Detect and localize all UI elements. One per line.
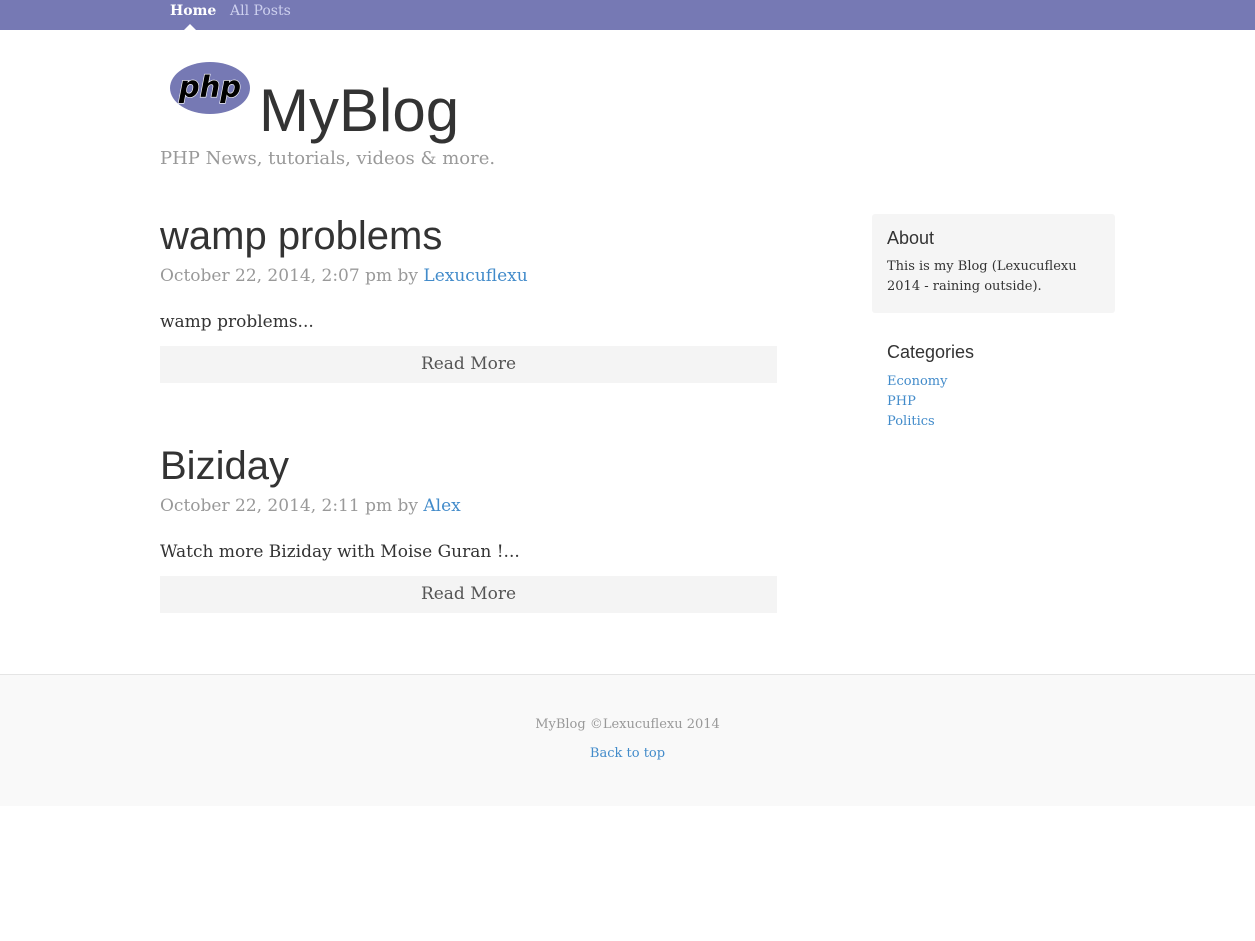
category-link-php[interactable]: PHP (887, 394, 916, 409)
post-date: October 22, 2014, 2:11 pm (160, 496, 393, 516)
category-item: PHP (887, 392, 1115, 412)
about-heading: About (887, 228, 935, 248)
categories-heading: Categories (887, 342, 975, 362)
post-by-label: by (397, 496, 419, 516)
read-more-button[interactable]: Read More (160, 346, 777, 383)
post-item: Biziday October 22, 2014, 2:11 pm by Ale… (160, 442, 777, 613)
site-title: MyBlog (259, 77, 460, 144)
nav-home-link[interactable]: Home (170, 3, 216, 19)
categories-list: Economy PHP Politics (887, 372, 1115, 432)
category-link-politics[interactable]: Politics (887, 414, 935, 429)
php-logo: php (170, 62, 250, 114)
top-navbar: Home All Posts (0, 0, 1255, 30)
post-author-link[interactable]: Alex (423, 496, 460, 516)
post-meta: October 22, 2014, 2:11 pm by Alex (160, 494, 777, 518)
post-excerpt: Watch more Biziday with Moise Guran !... (160, 542, 520, 562)
read-more-button[interactable]: Read More (160, 576, 777, 613)
nav-all-posts-link[interactable]: All Posts (230, 3, 291, 19)
footer-back-to-top: Back to top (0, 746, 1255, 761)
site-description: PHP News, tutorials, videos & more. (160, 148, 496, 169)
about-text: This is my Blog (Lexucuflexu 2014 - rain… (887, 259, 1077, 294)
footer-copyright: MyBlog ©Lexucuflexu 2014 (535, 717, 720, 732)
category-item: Politics (887, 412, 1115, 432)
post-meta: October 22, 2014, 2:07 pm by Lexucuflexu (160, 264, 777, 288)
php-logo-text: php (178, 70, 241, 104)
post-excerpt: wamp problems... (160, 312, 314, 332)
back-to-top-link[interactable]: Back to top (590, 746, 665, 761)
post-by-label: by (397, 266, 419, 286)
footer: MyBlog ©Lexucuflexu 2014 Back to top (0, 674, 1255, 806)
post-date: October 22, 2014, 2:07 pm (160, 266, 393, 286)
category-item: Economy (887, 372, 1115, 392)
category-link-economy[interactable]: Economy (887, 374, 947, 389)
post-title[interactable]: wamp problems (160, 212, 777, 260)
post-title[interactable]: Biziday (160, 442, 777, 490)
categories-panel: Categories Economy PHP Politics (887, 342, 1115, 432)
post-item: wamp problems October 22, 2014, 2:07 pm … (160, 212, 777, 383)
active-nav-caret (184, 24, 196, 30)
about-panel: About This is my Blog (Lexucuflexu 2014 … (872, 214, 1115, 313)
post-author-link[interactable]: Lexucuflexu (423, 266, 527, 286)
